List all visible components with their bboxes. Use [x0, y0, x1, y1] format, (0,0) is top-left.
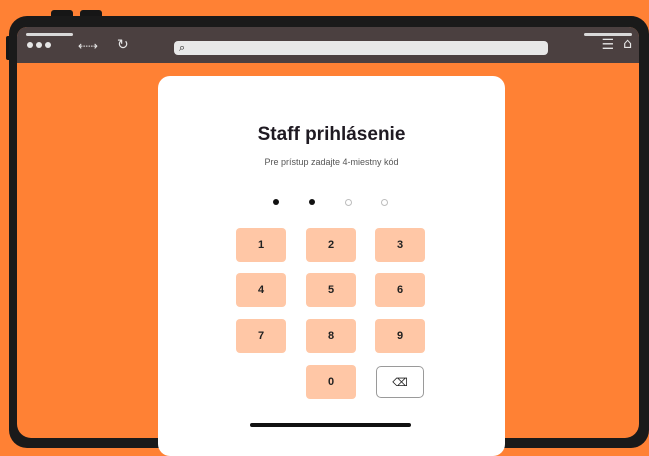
back-forward-icon[interactable]: ⇠⇢	[78, 39, 98, 53]
toolbar-line-left	[26, 33, 73, 36]
pin-indicator-empty	[381, 199, 388, 206]
pin-indicator-empty	[345, 199, 352, 206]
home-icon[interactable]: ⌂	[623, 36, 632, 52]
key-3[interactable]: 3	[375, 228, 425, 262]
key-4[interactable]: 4	[236, 273, 286, 307]
menu-icon[interactable]: ☰	[601, 37, 614, 53]
page-subtitle: Pre prístup zadajte 4-miestny kód	[264, 157, 399, 167]
key-1[interactable]: 1	[236, 228, 286, 262]
key-7[interactable]: 7	[236, 319, 286, 353]
home-indicator	[250, 423, 411, 427]
pin-indicator-filled	[309, 199, 315, 205]
browser-toolbar: ⇠⇢ ↻ ⌕ ☰ ⌂	[17, 27, 639, 63]
delete-button[interactable]: ⌫	[376, 366, 424, 398]
search-icon: ⌕	[179, 41, 186, 54]
login-card: Staff prihlásenie Pre prístup zadajte 4-…	[158, 76, 505, 456]
key-6[interactable]: 6	[375, 273, 425, 307]
window-dot[interactable]	[27, 42, 33, 48]
key-8[interactable]: 8	[306, 319, 356, 353]
key-0[interactable]: 0	[306, 365, 356, 399]
key-9[interactable]: 9	[375, 319, 425, 353]
key-5[interactable]: 5	[306, 273, 356, 307]
window-controls[interactable]	[27, 42, 51, 48]
address-bar[interactable]: ⌕	[174, 41, 548, 55]
reload-icon[interactable]: ↻	[117, 37, 129, 53]
window-dot[interactable]	[36, 42, 42, 48]
pin-indicator-filled	[273, 199, 279, 205]
page-title: Staff prihlásenie	[257, 124, 406, 145]
key-2[interactable]: 2	[306, 228, 356, 262]
window-dot[interactable]	[45, 42, 51, 48]
